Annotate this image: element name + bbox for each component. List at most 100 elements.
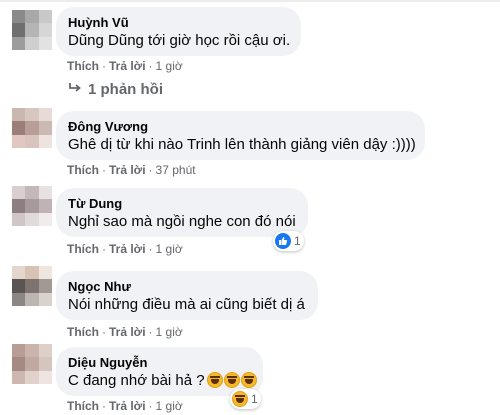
avatar-pixel (12, 357, 26, 371)
comment-actions: Thích · Trả lời · 1 giờ (67, 325, 183, 339)
separator-dot: · (102, 59, 106, 73)
comment-time[interactable]: 1 giờ (156, 399, 183, 413)
comment-actions: Thích · Trả lời · 37 phút (67, 163, 196, 177)
separator-dot: · (102, 399, 106, 413)
like-icon (275, 233, 291, 249)
comment-author[interactable]: Diệu Nguyễn (68, 354, 251, 371)
comment-time[interactable]: 1 giờ (156, 242, 183, 256)
reaction-summary[interactable]: 1 (273, 231, 304, 251)
comment-actions: Thích · Trả lời · 1 giờ (67, 399, 183, 413)
avatar-pixel (25, 36, 39, 50)
avatar-pixel (38, 36, 52, 50)
comment-bubble: Diệu Nguyễn C đang nhớ bài hả ? (56, 347, 263, 396)
separator-dot: · (148, 242, 153, 256)
reply-button[interactable]: Trả lời (109, 59, 146, 73)
avatar-pixel (25, 370, 39, 384)
reply-button[interactable]: Trả lời (109, 325, 146, 339)
avatar-pixel (25, 108, 39, 122)
reply-arrow-icon (68, 81, 82, 98)
avatar-pixel (38, 292, 52, 306)
view-replies-label: 1 phản hồi (88, 81, 163, 98)
comment-bubble: Từ Dung Nghỉ sao mà ngồi nghe con đó nói (56, 188, 308, 237)
comment-text: Ghê dị từ khi nào Trinh lên thành giảng … (68, 136, 416, 153)
avatar-pixel (38, 212, 52, 226)
like-button[interactable]: Thích (67, 325, 99, 339)
comment-time[interactable]: 37 phút (156, 163, 196, 177)
avatar-pixel (12, 212, 26, 226)
like-button[interactable]: Thích (67, 242, 99, 256)
haha-icon (206, 372, 223, 388)
avatar-pixel (38, 23, 52, 37)
reply-button[interactable]: Trả lời (109, 163, 146, 177)
separator-dot: · (148, 399, 153, 413)
avatar-pixel (25, 344, 39, 358)
inline-emoji-group (206, 372, 257, 388)
avatar[interactable] (12, 10, 52, 50)
avatar-pixel (25, 121, 39, 135)
comment-time[interactable]: 1 giờ (156, 325, 183, 339)
comment-author[interactable]: Ngọc Như (68, 278, 306, 295)
avatar-pixel (38, 266, 52, 280)
avatar-pixel (12, 279, 26, 293)
separator-dot: · (102, 242, 106, 256)
reaction-count: 1 (251, 392, 258, 406)
avatar-pixel (12, 344, 26, 358)
comment-text: Nghỉ sao mà ngồi nghe con đó nói (68, 213, 296, 230)
avatar-pixel (38, 279, 52, 293)
haha-icon (240, 372, 257, 388)
comment-text: C đang nhớ bài hả ? (68, 372, 205, 389)
avatar-pixel (25, 10, 39, 24)
haha-icon (223, 372, 240, 388)
avatar-pixel (25, 266, 39, 280)
separator-dot: · (148, 163, 153, 177)
avatar-pixel (12, 134, 26, 148)
comment-author[interactable]: Từ Dung (68, 195, 296, 212)
avatar-pixel (38, 186, 52, 200)
avatar-pixel (12, 108, 26, 122)
avatar-pixel (25, 186, 39, 200)
avatar-pixel (12, 10, 26, 24)
avatar[interactable] (12, 344, 52, 384)
separator-dot: · (102, 163, 106, 177)
avatar-pixel (12, 370, 26, 384)
comment-actions: Thích · Trả lời · 1 giờ (67, 59, 183, 73)
comment-bubble: Ngọc Như Nói những điều mà ai cũng biết … (56, 271, 318, 320)
comment-text: Nói những điều mà ai cũng biết dị á (68, 296, 305, 313)
avatar-pixel (25, 212, 39, 226)
like-button[interactable]: Thích (67, 59, 99, 73)
comment-actions: Thích · Trả lời · 1 giờ (67, 242, 183, 256)
avatar-pixel (38, 121, 52, 135)
reply-button[interactable]: Trả lời (109, 242, 146, 256)
like-button[interactable]: Thích (67, 163, 99, 177)
avatar-pixel (12, 186, 26, 200)
comment-author[interactable]: Đông Vương (68, 118, 413, 135)
avatar[interactable] (12, 186, 52, 226)
avatar-pixel (25, 23, 39, 37)
comment-author[interactable]: Huỳnh Vũ (68, 14, 289, 31)
avatar[interactable] (12, 266, 52, 306)
separator-dot: · (102, 325, 106, 339)
avatar-pixel (12, 199, 26, 213)
like-button[interactable]: Thích (67, 399, 99, 413)
reply-button[interactable]: Trả lời (109, 399, 146, 413)
avatar-pixel (38, 357, 52, 371)
reaction-count: 1 (294, 234, 301, 248)
comment-text-line: C đang nhớ bài hả ? (68, 371, 257, 391)
reaction-summary[interactable]: 1 (230, 389, 261, 409)
avatar-pixel (12, 36, 26, 50)
avatar-pixel (38, 134, 52, 148)
comment-bubble: Đông Vương Ghê dị từ khi nào Trinh lên t… (56, 111, 425, 160)
avatar[interactable] (12, 108, 52, 148)
avatar-pixel (12, 121, 26, 135)
avatar-pixel (25, 292, 39, 306)
avatar-pixel (25, 357, 39, 371)
avatar-pixel (12, 23, 26, 37)
comment-time[interactable]: 1 giờ (156, 59, 183, 73)
separator-dot: · (148, 325, 153, 339)
haha-icon (232, 391, 248, 407)
avatar-pixel (38, 344, 52, 358)
avatar-pixel (38, 10, 52, 24)
separator-dot: · (148, 59, 153, 73)
comment-bubble: Huỳnh Vũ Dũng Dũng tới giờ học rồi cậu ơ… (56, 7, 301, 56)
view-replies-link[interactable]: 1 phản hồi (68, 81, 163, 98)
